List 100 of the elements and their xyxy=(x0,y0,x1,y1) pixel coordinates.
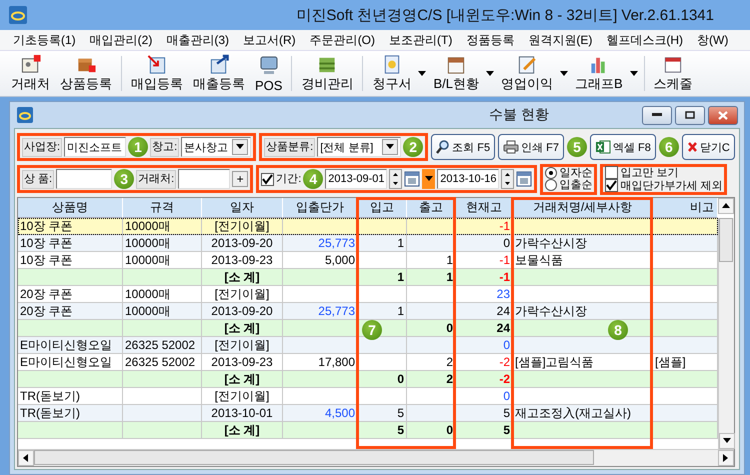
input-field[interactable]: 미진소프트 xyxy=(64,137,126,157)
toolbar-button[interactable]: 거래처 xyxy=(6,53,55,94)
toolbar-button[interactable]: 경비관리 xyxy=(296,53,358,94)
close-icon xyxy=(718,110,728,120)
table-cell: 5 xyxy=(358,422,407,439)
caret-icon xyxy=(486,70,494,76)
scroll-thumb[interactable] xyxy=(719,218,733,262)
radio-label: 입출순 xyxy=(559,179,592,191)
checkbox-label: 기간: xyxy=(276,173,302,185)
table-row[interactable]: 10장 쿠폰 10000매 2013-09-23 5,000 1 -1 보물식품 xyxy=(18,252,718,269)
minimize-button[interactable] xyxy=(642,106,672,124)
toolbar-button[interactable]: 그래프B xyxy=(570,53,628,94)
toolbar-button[interactable]: 스케줄 xyxy=(648,53,698,94)
scroll-right-button[interactable] xyxy=(718,450,734,466)
table-row[interactable]: 20장 쿠폰 10000매 2013-09-20 25,773 1 24 가락수산시장 xyxy=(18,303,718,320)
toolbar-button[interactable]: 매입등록 xyxy=(126,53,188,94)
field-label: 사업장: xyxy=(22,138,62,156)
toolbar-button[interactable]: 상품등록 xyxy=(55,53,117,94)
close-button[interactable] xyxy=(708,106,738,124)
app-logo-icon xyxy=(16,106,34,124)
field-label: 상품분류: xyxy=(264,138,316,156)
toolbar-button[interactable]: 영업이익 xyxy=(496,53,558,94)
column-header[interactable]: 일자 xyxy=(202,198,283,218)
down-arrow-icon xyxy=(723,438,731,444)
caret-icon xyxy=(424,176,433,182)
minimize-icon xyxy=(652,113,662,117)
table-row[interactable]: 10장 쿠폰 10000매 [전기이월] -1 xyxy=(18,218,718,235)
table-row[interactable]: 10장 쿠폰 10000매 2013-09-20 25,773 1 0 가락수산시장 xyxy=(18,235,718,252)
maximize-button[interactable] xyxy=(675,106,705,124)
caret-icon xyxy=(630,70,638,76)
checkbox-label: 입고만 보기 xyxy=(620,166,678,178)
input-field[interactable] xyxy=(56,169,112,189)
field-label: 상 품: xyxy=(22,170,54,188)
field-label: 창고: xyxy=(150,138,180,156)
spin-buttons[interactable] xyxy=(389,169,402,189)
menu-item[interactable]: 정품등록 xyxy=(459,32,522,48)
checkmark-icon xyxy=(262,174,274,184)
column-header[interactable]: 상품명 xyxy=(18,198,123,218)
toolbar-button[interactable]: 조회 F5 xyxy=(431,134,496,160)
radio-button[interactable] xyxy=(545,167,558,179)
menu-item[interactable]: 매입관리(2) xyxy=(82,32,160,48)
up-arrow-icon xyxy=(722,203,730,209)
scroll-thumb[interactable] xyxy=(34,450,594,465)
input-field[interactable] xyxy=(178,169,230,189)
checkbox[interactable] xyxy=(605,179,618,192)
column-header[interactable]: 현재고 xyxy=(456,198,513,218)
table-cell: 0 xyxy=(407,422,456,439)
date-field[interactable]: 2013-09-01 xyxy=(325,169,388,189)
table-row[interactable]: [소 계] 1 1 -1 xyxy=(18,269,718,286)
calendar-icon xyxy=(516,170,532,188)
menu-item[interactable]: 원격지원(E) xyxy=(521,32,600,48)
table-row[interactable]: E마이티신형오일 26325 52002 [전기이월] 0 xyxy=(18,337,718,354)
caret-icon xyxy=(560,70,568,76)
menu-item[interactable]: 매출관리(3) xyxy=(159,32,236,48)
menu-item[interactable]: 창(W) xyxy=(690,32,736,48)
toolbar-button[interactable]: 닫기C xyxy=(682,134,735,160)
toolbar-button[interactable]: 매출등록 xyxy=(188,53,250,94)
callout-number: 6 xyxy=(658,137,679,157)
callout-number: 5 xyxy=(567,137,587,157)
callout-number: 1 xyxy=(128,137,148,157)
table-cell: [소 계] xyxy=(202,422,283,439)
table-row[interactable]: E마이티신형오일 26325 52002 2013-09-23 17,800 2 -2 [샘플]고림식품 [샘플] xyxy=(18,354,718,371)
date-field[interactable]: 2013-10-16 xyxy=(437,169,500,189)
caret-icon xyxy=(386,144,394,150)
monitor-icon xyxy=(258,54,280,76)
column-header[interactable]: 비고 xyxy=(653,198,718,218)
table-row[interactable]: 20장 쿠폰 10000매 [전기이월] 23 xyxy=(18,286,718,303)
window-title: 수불 현황 xyxy=(489,106,549,124)
callout-number: 3 xyxy=(114,169,134,189)
scroll-up-button[interactable] xyxy=(718,198,734,214)
checkbox[interactable] xyxy=(605,166,618,179)
dropdown-field[interactable]: [전체 분류] xyxy=(317,137,402,157)
checkbox[interactable] xyxy=(261,172,274,186)
column-header[interactable]: 입출단가 xyxy=(283,198,358,218)
add-button[interactable]: + xyxy=(232,171,248,187)
field-label: 거래처: xyxy=(136,170,176,188)
toolbar-button[interactable]: 엑셀 F8 xyxy=(590,134,656,160)
spin-buttons[interactable] xyxy=(501,169,514,189)
table-row[interactable]: [소 계] 0 2 -2 xyxy=(18,371,718,388)
radio-button[interactable] xyxy=(545,179,558,191)
spreadsheet-icon xyxy=(595,140,611,154)
toolbar-button[interactable]: 인쇄 F7 xyxy=(498,134,564,160)
toolbar-button[interactable]: 청구서 xyxy=(367,53,416,94)
menu-item[interactable]: 보조관리(T) xyxy=(382,32,460,48)
toolbar-button[interactable]: POS xyxy=(250,53,288,94)
dropdown-button[interactable] xyxy=(422,169,436,189)
table-row[interactable]: TR(돋보기) 2013-10-01 4,500 5 5 재고조정入(재고실사) xyxy=(18,405,718,422)
close-icon xyxy=(686,141,698,153)
menu-item[interactable]: 헬프데스크(H) xyxy=(599,32,690,48)
scroll-left-button[interactable] xyxy=(18,450,34,466)
toolbar-button[interactable]: B/L현황 xyxy=(428,53,484,94)
scroll-down-button[interactable] xyxy=(719,433,735,449)
column-header[interactable]: 규격 xyxy=(123,198,202,218)
menu-item[interactable]: 기초등록(1) xyxy=(6,32,83,48)
table-row[interactable]: [소 계] 5 0 5 xyxy=(18,422,718,439)
menu-item[interactable]: 보고서(R) xyxy=(236,32,303,48)
dropdown-field[interactable]: 본사창고 xyxy=(181,137,252,157)
printer-icon xyxy=(503,140,520,154)
table-row[interactable]: TR(돋보기) [전기이월] 0 xyxy=(18,388,718,405)
menu-item[interactable]: 주문관리(O) xyxy=(302,32,382,48)
